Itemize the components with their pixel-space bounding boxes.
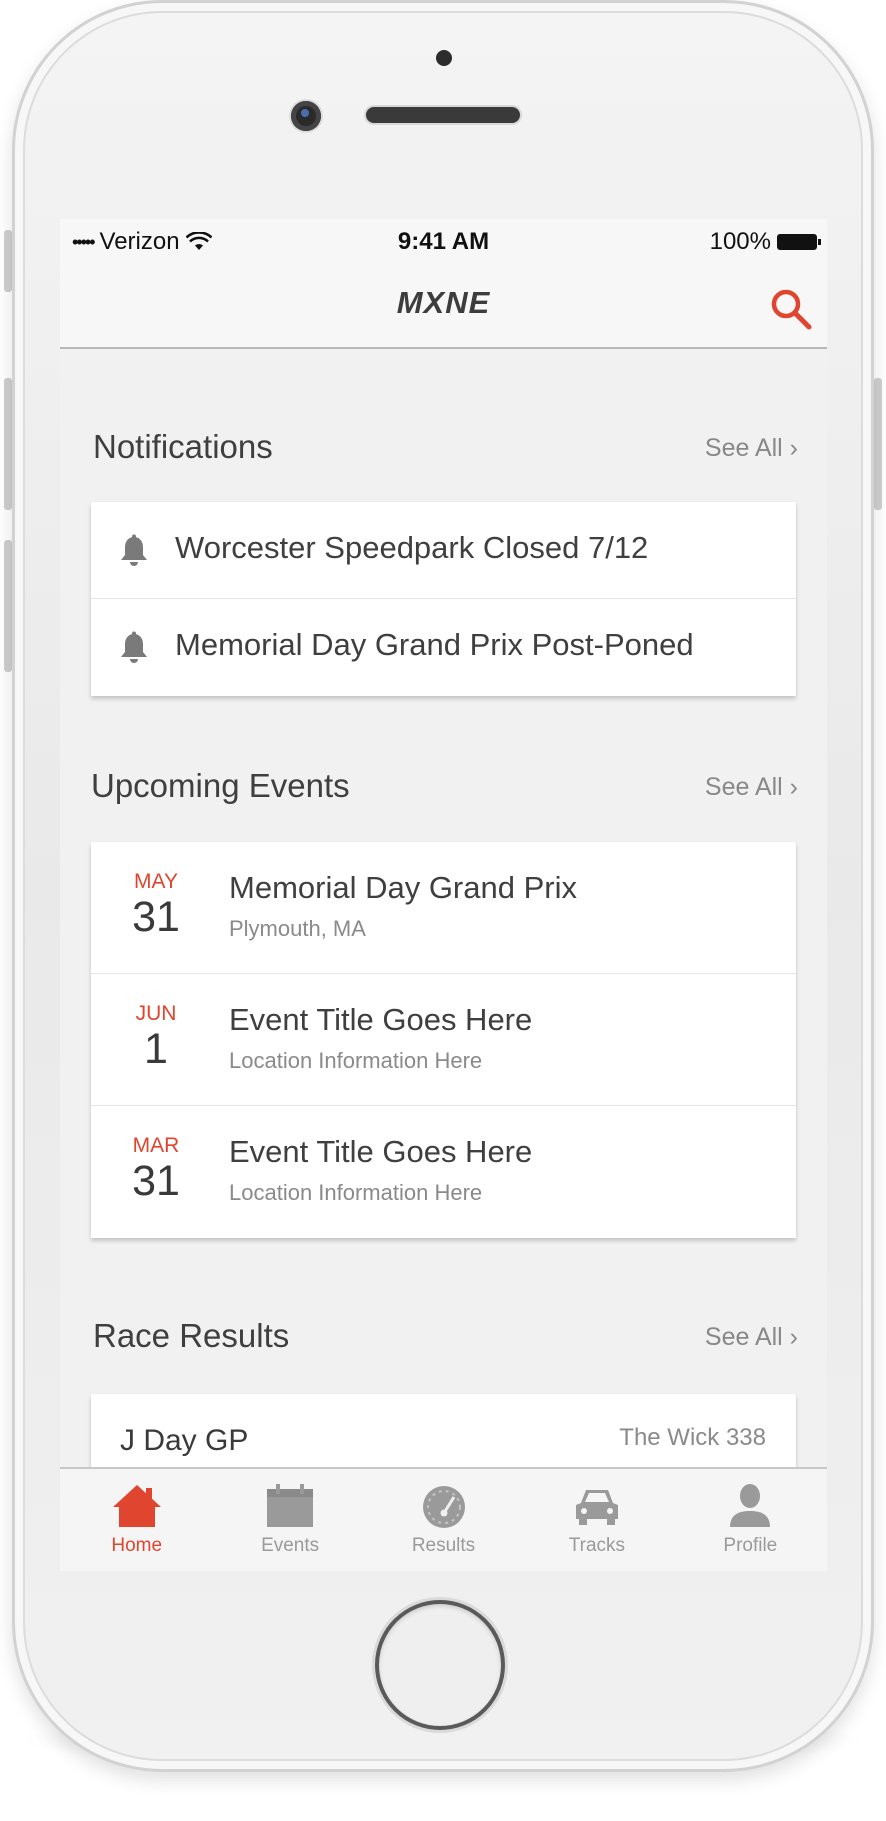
event-item[interactable]: MAR 31 Event Title Goes Here Location In… xyxy=(91,1106,796,1238)
race-result-track: The Wick 338 xyxy=(619,1424,766,1451)
tab-results[interactable]: Results xyxy=(367,1469,520,1571)
event-month: MAR xyxy=(132,1134,180,1157)
event-date: MAR 31 xyxy=(121,1134,191,1204)
race-result-name: J Day GP xyxy=(120,1424,249,1457)
event-location: Plymouth, MA xyxy=(229,916,366,941)
home-hardware-button[interactable] xyxy=(375,1600,505,1730)
tab-profile[interactable]: Profile xyxy=(674,1469,827,1571)
event-title: Event Title Goes Here xyxy=(229,1134,533,1169)
notification-item[interactable]: Memorial Day Grand Prix Post-Poned xyxy=(91,599,796,696)
bell-icon xyxy=(121,534,147,566)
race-results-see-all-link[interactable]: See All › xyxy=(705,1323,798,1352)
event-location: Location Information Here xyxy=(229,1048,483,1073)
earpiece-speaker xyxy=(366,107,520,123)
car-icon xyxy=(575,1490,618,1525)
power-button xyxy=(874,378,882,510)
front-camera-icon xyxy=(291,101,321,131)
tab-bar: Home Events Results Tracks Profile xyxy=(60,1467,827,1571)
tab-label: Home xyxy=(111,1535,163,1556)
event-title: Memorial Day Grand Prix xyxy=(229,870,577,905)
notifications-see-all-link[interactable]: See All › xyxy=(705,434,798,463)
notification-text: Memorial Day Grand Prix Post-Poned xyxy=(175,627,694,662)
event-day: 31 xyxy=(132,1157,180,1205)
tab-label: Profile xyxy=(723,1535,778,1556)
race-results-title: Race Results xyxy=(93,1317,290,1354)
bell-icon xyxy=(121,631,147,663)
mute-switch xyxy=(4,230,12,292)
person-icon xyxy=(730,1484,771,1527)
tab-label: Events xyxy=(261,1535,320,1556)
tab-home[interactable]: Home xyxy=(60,1469,213,1571)
battery-percentage: 100% xyxy=(709,228,771,255)
proximity-sensor xyxy=(436,50,452,66)
speedometer-icon xyxy=(422,1486,465,1528)
notification-item[interactable]: Worcester Speedpark Closed 7/12 xyxy=(91,502,796,599)
notifications-card: Worcester Speedpark Closed 7/12 Memorial… xyxy=(91,502,796,696)
battery-info: 100% xyxy=(709,228,821,256)
event-location: Location Information Here xyxy=(229,1180,483,1205)
event-date: JUN 1 xyxy=(121,1002,191,1072)
notifications-title: Notifications xyxy=(93,428,273,465)
event-date: MAY 31 xyxy=(121,870,191,940)
event-day: 1 xyxy=(144,1025,168,1073)
race-results-header: Race Results See All › xyxy=(93,1317,798,1357)
volume-up-button xyxy=(4,378,12,510)
event-item[interactable]: JUN 1 Event Title Goes Here Location Inf… xyxy=(91,974,796,1106)
upcoming-events-card: MAY 31 Memorial Day Grand Prix Plymouth,… xyxy=(91,842,796,1238)
upcoming-events-header: Upcoming Events See All › xyxy=(91,767,798,807)
calendar-icon xyxy=(267,1484,314,1527)
status-bar: ••••• Verizon 9:41 AM 100% xyxy=(60,219,827,265)
tab-tracks[interactable]: Tracks xyxy=(520,1469,673,1571)
race-result-item[interactable]: J Day GP The Wick 338 xyxy=(91,1394,796,1474)
search-icon xyxy=(771,289,812,330)
app-screen: ••••• Verizon 9:41 AM 100% MXNE Notifica… xyxy=(60,219,827,1571)
battery-icon xyxy=(777,234,821,250)
tab-label: Tracks xyxy=(568,1535,626,1556)
event-month: JUN xyxy=(135,1002,177,1025)
volume-down-button xyxy=(4,540,12,672)
notifications-header: Notifications See All › xyxy=(93,428,798,468)
notification-text: Worcester Speedpark Closed 7/12 xyxy=(175,530,649,565)
upcoming-events-see-all-link[interactable]: See All › xyxy=(705,773,798,802)
search-button[interactable] xyxy=(767,285,815,333)
event-month: MAY xyxy=(134,870,178,893)
event-day: 31 xyxy=(132,893,180,941)
event-title: Event Title Goes Here xyxy=(229,1002,533,1037)
tab-label: Results xyxy=(411,1535,476,1556)
navigation-bar: MXNE xyxy=(60,265,827,349)
tab-events[interactable]: Events xyxy=(213,1469,366,1571)
app-title: MXNE xyxy=(396,285,491,320)
event-item[interactable]: MAY 31 Memorial Day Grand Prix Plymouth,… xyxy=(91,842,796,974)
upcoming-events-title: Upcoming Events xyxy=(91,767,350,804)
home-icon xyxy=(112,1485,161,1527)
